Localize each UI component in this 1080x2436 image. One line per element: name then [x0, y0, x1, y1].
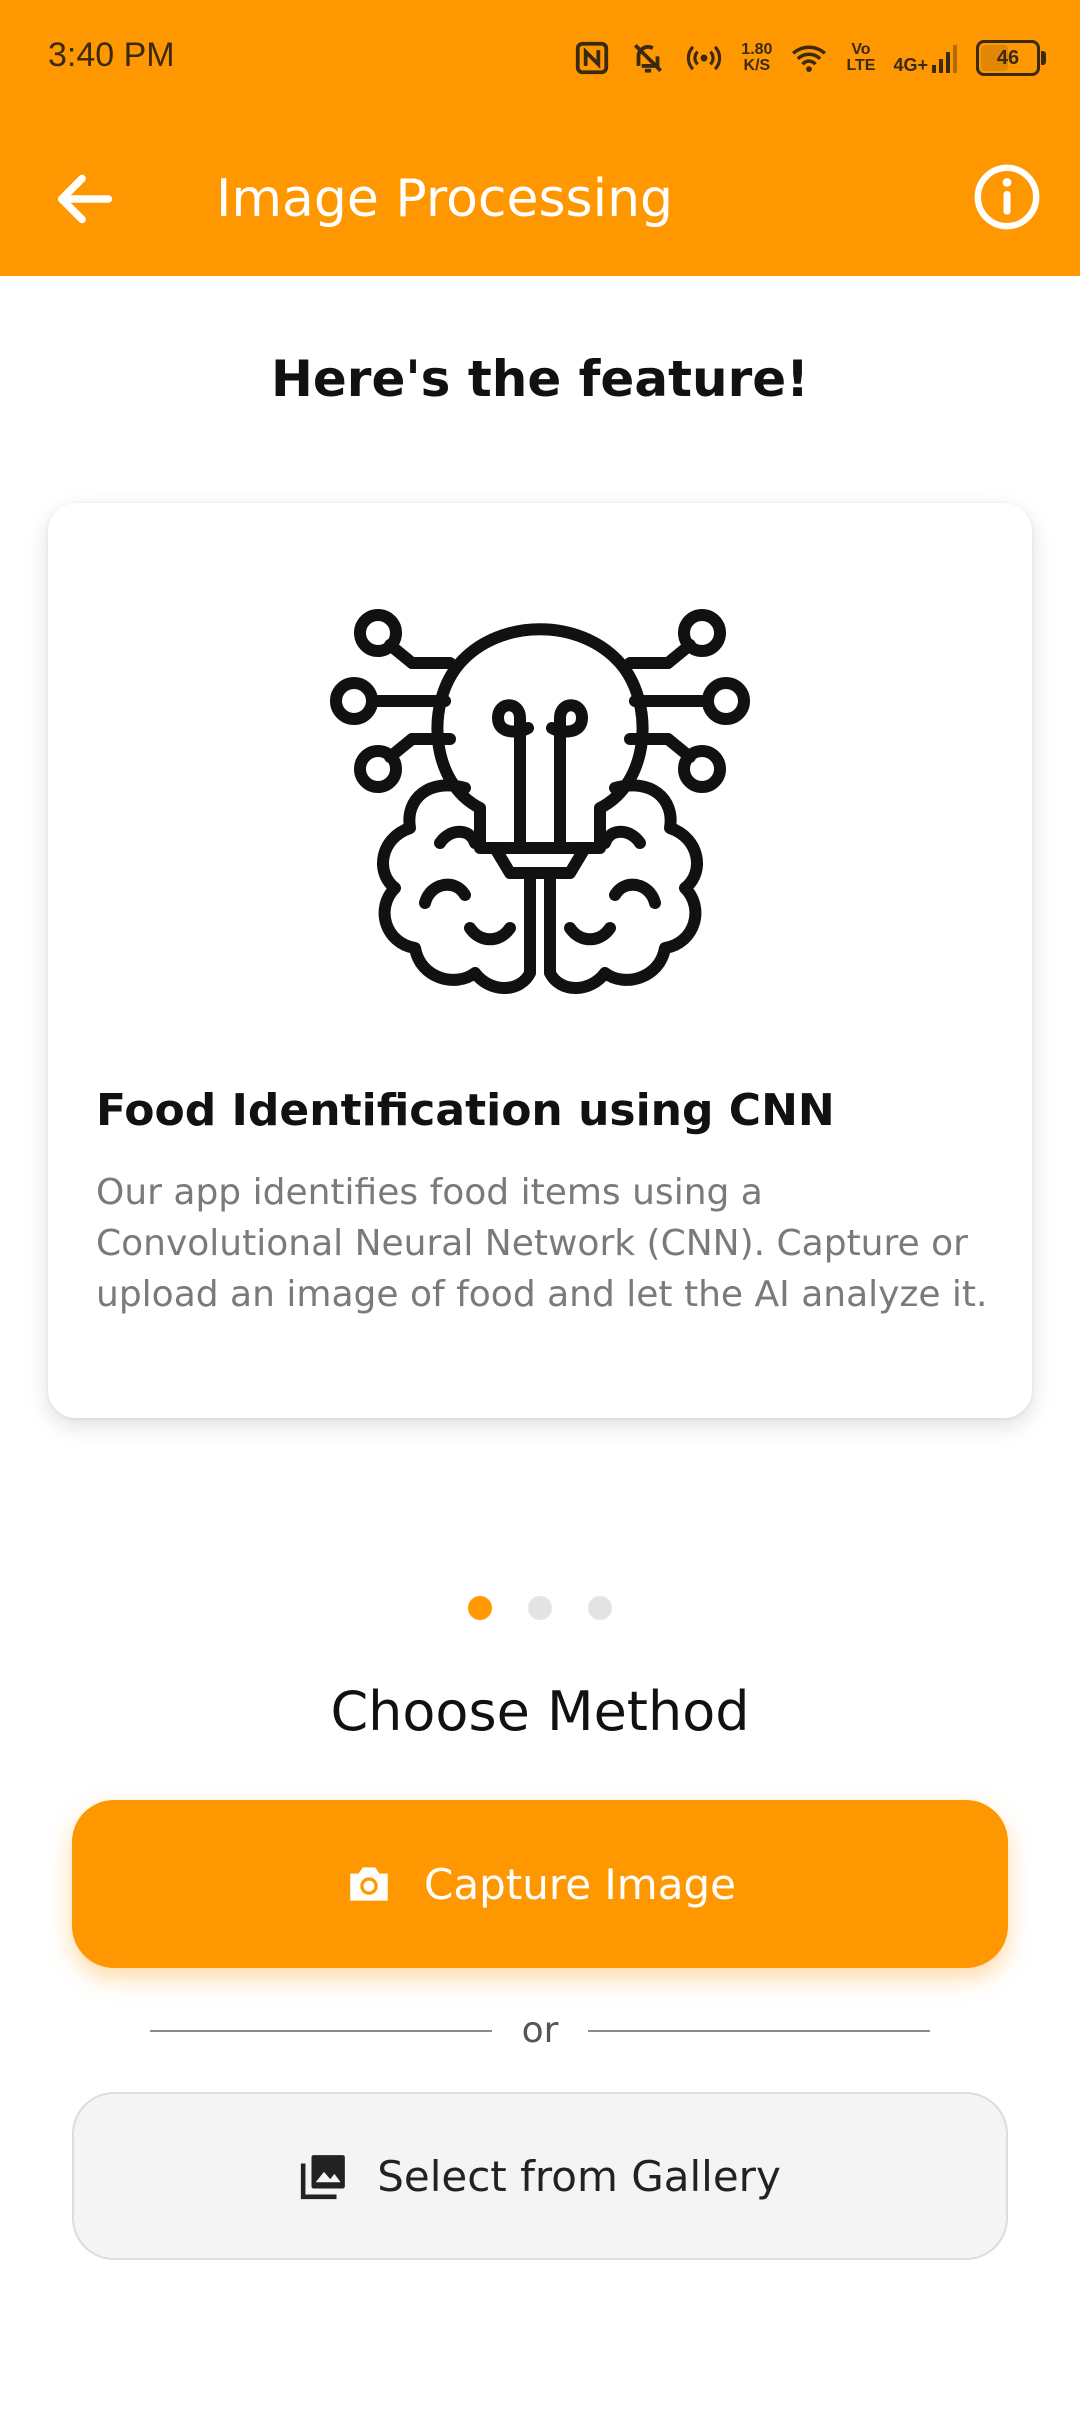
hotspot-icon	[687, 45, 722, 71]
carousel-dot-1[interactable]	[468, 1596, 492, 1620]
volte-indicator: Vo LTE	[846, 42, 875, 74]
wifi-icon	[792, 45, 827, 72]
status-bar: 3:40 PM 1.80 K/S Vo LTE 4G+ 46	[0, 0, 1080, 120]
volte-bottom: LTE	[846, 57, 876, 74]
feature-headline: Here's the feature!	[271, 350, 809, 408]
gallery-icon	[301, 2155, 346, 2200]
capture-image-button[interactable]: Capture Image	[72, 1800, 1008, 1968]
choose-method-heading: Choose Method	[330, 1680, 750, 1743]
network-speed-value: 1.80	[741, 41, 773, 58]
divider-line-right	[588, 2030, 930, 2032]
select-gallery-button[interactable]: Select from Gallery	[72, 2092, 1008, 2260]
bell-off-icon	[634, 43, 663, 73]
signal-icon	[932, 45, 957, 73]
select-gallery-label: Select from Gallery	[377, 2151, 781, 2201]
card-title: Food Identification using CNN	[96, 1085, 835, 1136]
status-icons: 1.80 K/S Vo LTE 4G+ 46	[573, 34, 1046, 82]
camera-icon	[350, 1867, 388, 1901]
carousel-indicator	[0, 1596, 1080, 1620]
carousel-dot-2[interactable]	[528, 1596, 552, 1620]
battery-icon: 46	[976, 40, 1046, 76]
card-description: Our app identifies food items using a Co…	[96, 1172, 988, 1315]
brain-lightbulb-icon	[330, 609, 750, 994]
capture-image-label: Capture Image	[424, 1859, 736, 1909]
battery-level: 46	[996, 46, 1020, 69]
info-icon[interactable]	[972, 162, 1042, 232]
nfc-icon	[576, 41, 609, 75]
carousel-dot-3[interactable]	[588, 1596, 612, 1620]
page-title: Image Processing	[216, 169, 674, 229]
network-speed: 1.80 K/S	[741, 42, 772, 74]
cellular-label: 4G+	[893, 55, 928, 75]
status-time: 3:40 PM	[48, 36, 175, 74]
feature-card[interactable]: Food Identification using CNN Our app id…	[48, 503, 1032, 1418]
app-bar: Image Processing	[0, 120, 1080, 276]
network-speed-unit: K/S	[743, 57, 771, 74]
volte-top: Vo	[851, 41, 871, 58]
cellular-indicator: 4G+	[893, 43, 958, 75]
arrow-back-icon[interactable]	[50, 164, 120, 234]
or-divider: or	[150, 2010, 930, 2051]
